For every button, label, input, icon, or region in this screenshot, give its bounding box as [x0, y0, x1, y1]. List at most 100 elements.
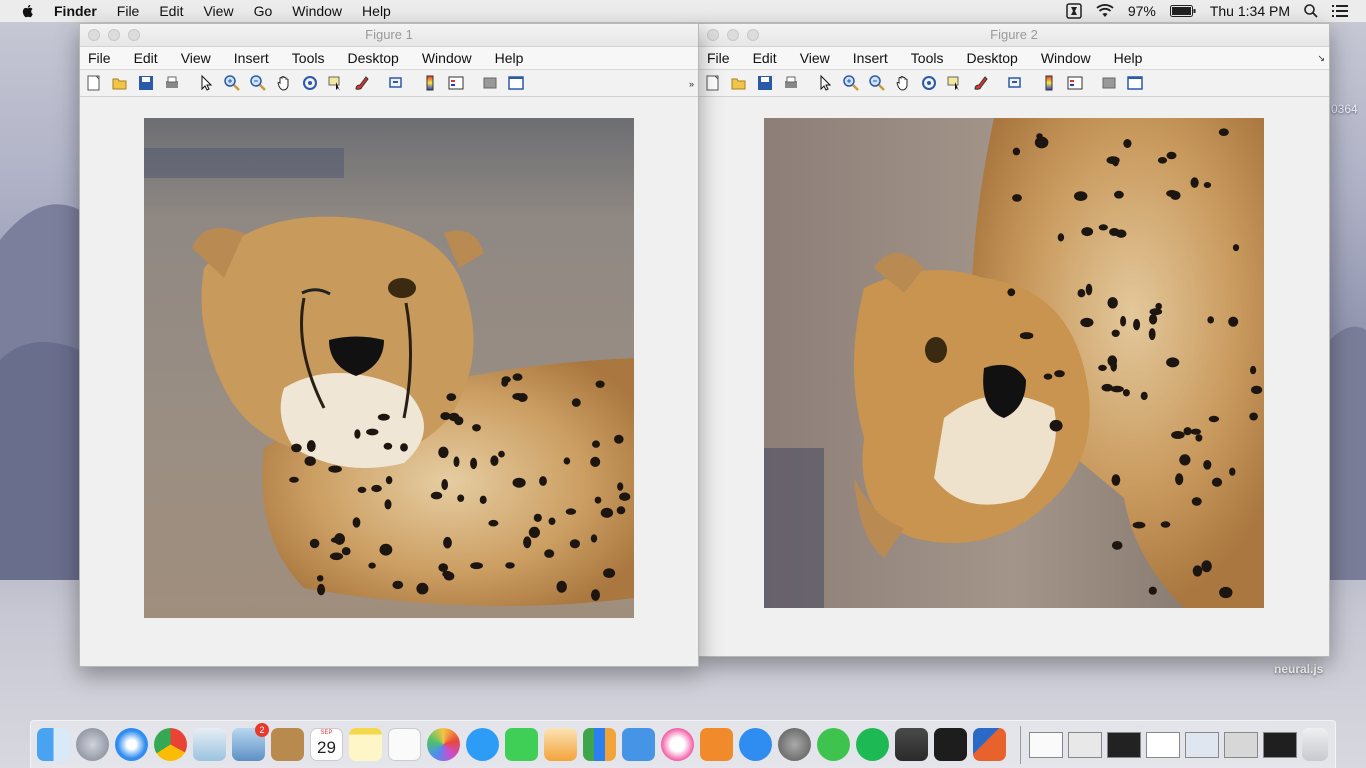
brush-icon[interactable] [352, 73, 372, 93]
preview-icon[interactable] [193, 728, 226, 761]
fig1-menu-file[interactable]: File [88, 50, 111, 66]
print-icon[interactable] [781, 73, 801, 93]
dock-figure-icon[interactable]: ↘ [1317, 53, 1325, 64]
calendar-icon[interactable]: SEP 29 [310, 728, 343, 761]
zoom-button[interactable] [128, 29, 140, 41]
save-icon[interactable] [755, 73, 775, 93]
hide-plot-tools-icon[interactable] [480, 73, 500, 93]
edit-plot-icon[interactable] [815, 73, 835, 93]
colorbar-icon[interactable] [420, 73, 440, 93]
legend-icon[interactable] [1065, 73, 1085, 93]
pages-icon[interactable] [544, 728, 577, 761]
pan-icon[interactable] [274, 73, 294, 93]
fig1-menu-insert[interactable]: Insert [234, 50, 269, 66]
keynote-icon[interactable] [622, 728, 655, 761]
figure-1-axes[interactable] [144, 118, 634, 618]
show-plot-tools-icon[interactable] [506, 73, 526, 93]
zoom-out-icon[interactable] [867, 73, 887, 93]
clock[interactable]: Thu 1:34 PM [1210, 3, 1290, 19]
fig1-menu-tools[interactable]: Tools [292, 50, 325, 66]
photos-icon[interactable] [427, 728, 460, 761]
minimized-window-icon[interactable] [1107, 731, 1141, 758]
safari-icon[interactable] [115, 728, 148, 761]
matlab-icon[interactable] [973, 728, 1006, 761]
menu-view[interactable]: View [203, 3, 233, 19]
contacts-icon[interactable] [271, 728, 304, 761]
battery-percent[interactable]: 97% [1128, 3, 1156, 19]
launchpad-icon[interactable] [76, 728, 109, 761]
colorbar-icon[interactable] [1039, 73, 1059, 93]
minimized-window-icon[interactable] [1068, 731, 1102, 758]
chrome-icon[interactable] [154, 728, 187, 761]
zoom-in-icon[interactable] [222, 73, 242, 93]
zoom-in-icon[interactable] [841, 73, 861, 93]
ibooks-icon[interactable] [700, 728, 733, 761]
menu-edit[interactable]: Edit [159, 3, 183, 19]
fig2-menu-desktop[interactable]: Desktop [966, 50, 1017, 66]
battery-icon[interactable] [1169, 5, 1196, 17]
link-plot-icon[interactable] [1005, 73, 1025, 93]
menu-window[interactable]: Window [292, 3, 342, 19]
wifi-icon[interactable] [1096, 4, 1114, 18]
fig1-menu-window[interactable]: Window [422, 50, 472, 66]
notification-center-icon[interactable] [1332, 4, 1348, 18]
notes-icon[interactable] [349, 728, 382, 761]
figure-2-axes[interactable] [764, 118, 1264, 608]
close-button[interactable] [707, 29, 719, 41]
messages-icon[interactable] [466, 728, 499, 761]
spotlight-icon[interactable] [1304, 4, 1318, 18]
mail-icon[interactable]: 2 [232, 723, 269, 761]
fig1-menu-desktop[interactable]: Desktop [347, 50, 398, 66]
brush-icon[interactable] [971, 73, 991, 93]
fig2-menu-insert[interactable]: Insert [853, 50, 888, 66]
edit-plot-icon[interactable] [196, 73, 216, 93]
apple-icon[interactable] [20, 3, 36, 19]
zoom-out-icon[interactable] [248, 73, 268, 93]
legend-icon[interactable] [446, 73, 466, 93]
rotate-3d-icon[interactable] [919, 73, 939, 93]
open-file-icon[interactable] [729, 73, 749, 93]
open-file-icon[interactable] [110, 73, 130, 93]
pan-icon[interactable] [893, 73, 913, 93]
menu-file[interactable]: File [117, 3, 140, 19]
trash-icon[interactable] [1302, 728, 1328, 761]
figure-2-titlebar[interactable]: Figure 2 [699, 24, 1329, 47]
minimized-window-icon[interactable] [1263, 731, 1297, 758]
toolbar-overflow-icon[interactable]: » [689, 79, 694, 89]
fig1-menu-help[interactable]: Help [495, 50, 524, 66]
minimized-window-icon[interactable] [1146, 731, 1180, 758]
app-store-icon[interactable] [739, 728, 772, 761]
fig2-menu-edit[interactable]: Edit [753, 50, 777, 66]
minimized-window-icon[interactable] [1224, 731, 1258, 758]
new-figure-icon[interactable] [703, 73, 723, 93]
fig2-menu-help[interactable]: Help [1114, 50, 1143, 66]
new-figure-icon[interactable] [84, 73, 104, 93]
close-button[interactable] [88, 29, 100, 41]
terminal-icon[interactable] [934, 728, 967, 761]
hide-plot-tools-icon[interactable] [1099, 73, 1119, 93]
fig2-menu-window[interactable]: Window [1041, 50, 1091, 66]
data-cursor-icon[interactable] [326, 73, 346, 93]
fig2-menu-view[interactable]: View [800, 50, 830, 66]
fig1-menu-view[interactable]: View [181, 50, 211, 66]
figure-1-window[interactable]: Figure 1 File Edit View Insert Tools Des… [79, 23, 699, 667]
menu-go[interactable]: Go [254, 3, 273, 19]
finder-icon[interactable] [37, 728, 70, 761]
minimize-button[interactable] [108, 29, 120, 41]
system-preferences-icon[interactable] [778, 728, 811, 761]
menu-app-name[interactable]: Finder [54, 3, 97, 19]
screen-sharing-icon[interactable] [817, 728, 850, 761]
show-plot-tools-icon[interactable] [1125, 73, 1145, 93]
save-icon[interactable] [136, 73, 156, 93]
zoom-button[interactable] [747, 29, 759, 41]
recent-document-icon[interactable] [1029, 731, 1063, 758]
pin-status-icon[interactable] [1066, 3, 1082, 19]
minimized-window-icon[interactable] [1185, 731, 1219, 758]
spotify-icon[interactable] [856, 728, 889, 761]
fig2-menu-tools[interactable]: Tools [911, 50, 944, 66]
facetime-icon[interactable] [505, 728, 538, 761]
sublime-text-icon[interactable] [895, 728, 928, 761]
figure-2-window[interactable]: Figure 2 File Edit View Insert Tools Des… [698, 23, 1330, 657]
fig1-menu-edit[interactable]: Edit [134, 50, 158, 66]
fig2-menu-file[interactable]: File [707, 50, 730, 66]
